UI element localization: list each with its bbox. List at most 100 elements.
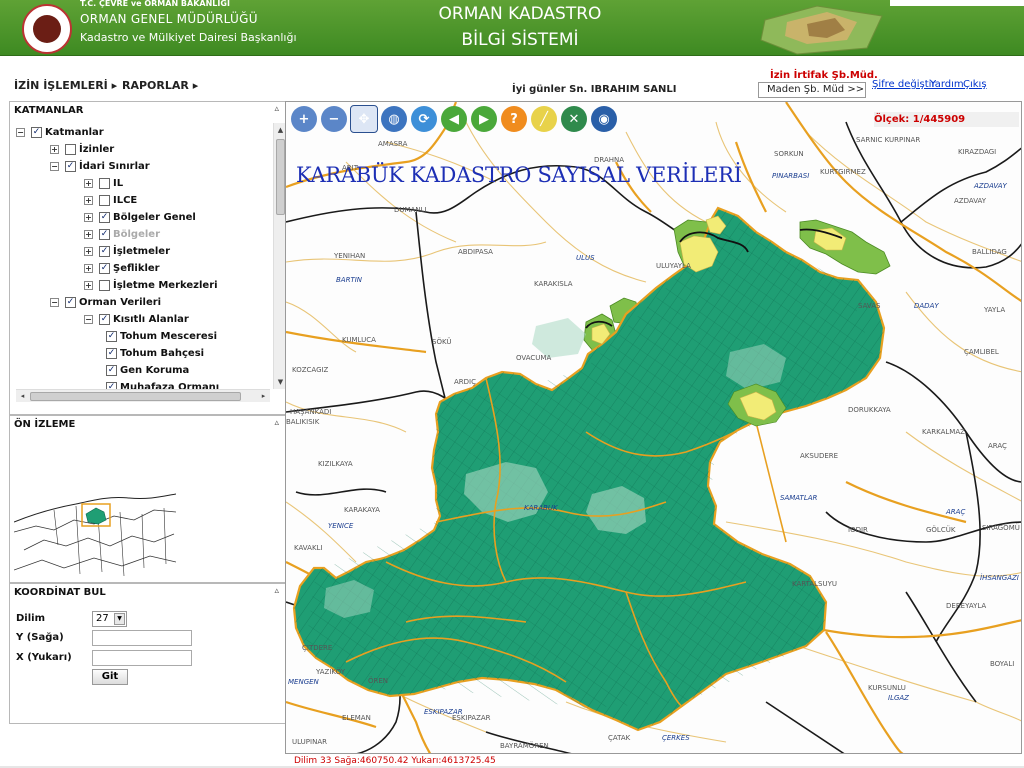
layer-tree-item[interactable]: ✓ Gen Koruma bbox=[106, 362, 189, 379]
menu-permit-operations[interactable]: İZİN İŞLEMLERİ ▸ bbox=[14, 79, 117, 92]
expand-node-icon[interactable]: + bbox=[84, 247, 93, 256]
go-button[interactable]: Git bbox=[92, 669, 128, 685]
map-place-label: KOZCAGIZ bbox=[292, 366, 329, 374]
collapse-node-icon[interactable]: − bbox=[84, 315, 93, 324]
map-place-label: HAŞANKADI bbox=[290, 408, 332, 416]
layer-checkbox[interactable]: ✓ bbox=[106, 365, 117, 376]
layer-checkbox[interactable]: ✓ bbox=[65, 144, 76, 155]
layer-checkbox[interactable]: ✓ bbox=[99, 229, 110, 240]
layer-tree-item[interactable]: + ✓ Bölgeler Genel bbox=[84, 209, 196, 226]
horizontal-scroll-thumb[interactable] bbox=[30, 392, 241, 401]
overview-map[interactable] bbox=[14, 450, 176, 580]
layer-checkbox[interactable]: ✓ bbox=[106, 331, 117, 342]
map-place-label: ILGAZ bbox=[888, 694, 909, 702]
layer-label: Katmanlar bbox=[45, 127, 104, 138]
map-place-label: YAZIKÖY bbox=[316, 668, 345, 676]
map-place-label: ÖREN bbox=[368, 677, 389, 685]
layer-label: İzinler bbox=[79, 144, 115, 155]
layer-tree-item[interactable]: ✓ Tohum Mesceresi bbox=[106, 328, 217, 345]
scroll-left-icon[interactable]: ◂ bbox=[16, 390, 29, 403]
refresh-icon[interactable]: ⟳ bbox=[411, 106, 437, 132]
layer-checkbox[interactable]: ✓ bbox=[99, 280, 110, 291]
layer-tree-horizontal-scrollbar[interactable]: ◂ ▸ bbox=[16, 389, 270, 402]
map-place-label: BARTIN bbox=[336, 276, 363, 284]
expand-node-icon[interactable]: + bbox=[84, 264, 93, 273]
map-place-label: AKSUDERE bbox=[800, 452, 839, 460]
layer-checkbox[interactable]: ✓ bbox=[65, 297, 76, 308]
collapse-node-icon[interactable]: − bbox=[50, 162, 59, 171]
main-map[interactable] bbox=[286, 102, 1022, 754]
pan-icon[interactable]: ✥ bbox=[350, 105, 378, 133]
measure-icon[interactable]: ╱ bbox=[531, 106, 557, 132]
layer-checkbox[interactable]: ✓ bbox=[99, 246, 110, 257]
layer-checkbox[interactable]: ✓ bbox=[99, 178, 110, 189]
app-title-line2: BİLGİ SİSTEMİ bbox=[461, 30, 579, 50]
zoom-out-icon[interactable]: − bbox=[321, 106, 347, 132]
help-icon[interactable]: ? bbox=[501, 106, 527, 132]
coordinate-collapse-icon[interactable]: ▵ bbox=[274, 586, 279, 596]
layer-checkbox[interactable]: ✓ bbox=[106, 348, 117, 359]
layer-checkbox[interactable]: ✓ bbox=[99, 195, 110, 206]
expand-node-icon[interactable]: + bbox=[84, 281, 93, 290]
layer-checkbox[interactable]: ✓ bbox=[31, 127, 42, 138]
expand-node-icon[interactable]: + bbox=[84, 179, 93, 188]
expand-node-icon[interactable]: + bbox=[84, 213, 93, 222]
map-place-label: SAMATLAR bbox=[780, 494, 818, 502]
zone-select[interactable]: 27 ▼ bbox=[92, 611, 127, 627]
layer-tree-item[interactable]: + ✓İşletme Merkezleri bbox=[84, 277, 218, 294]
map-place-label: SORKUN bbox=[774, 150, 804, 158]
layer-tree-item[interactable]: + ✓ Bölgeler bbox=[84, 226, 160, 243]
layer-tree: −✓Katmanlar+✓İzinler−✓İdari Sınırlar+✓IL… bbox=[16, 124, 270, 392]
layer-tree-item[interactable]: ✓ Tohum Bahçesi bbox=[106, 345, 204, 362]
layer-tree-item[interactable]: − ✓ Orman Verileri bbox=[50, 294, 161, 311]
layer-tree-item[interactable]: + ✓IL bbox=[84, 175, 123, 192]
preview-collapse-icon[interactable]: ▵ bbox=[274, 418, 279, 428]
collapse-node-icon[interactable]: − bbox=[50, 298, 59, 307]
layers-panel: KATMANLAR ▵ −✓Katmanlar+✓İzinler−✓İdari … bbox=[9, 101, 286, 415]
layer-checkbox[interactable]: ✓ bbox=[99, 212, 110, 223]
org-name-line2: ORMAN GENEL MÜDÜRLÜĞÜ bbox=[80, 12, 258, 26]
layer-tree-item[interactable]: − ✓ Kısıtlı Alanlar bbox=[84, 311, 189, 328]
tools-icon[interactable]: ✕ bbox=[561, 106, 587, 132]
map-viewer[interactable]: + − ✥ ◍ ⟳ ◀ ▶? ╱ ✕ ◉ Ölçek: 1/445909 KARABÜK KADA… bbox=[285, 101, 1022, 754]
map-place-label: KUMLUCA bbox=[342, 336, 376, 344]
menu-reports[interactable]: RAPORLAR ▸ bbox=[122, 79, 198, 92]
layer-tree-item[interactable]: + ✓ Şeflikler bbox=[84, 260, 160, 277]
earth-icon[interactable]: ◉ bbox=[591, 106, 617, 132]
map-place-label: KIZILKAYA bbox=[318, 460, 353, 468]
layer-label: İdari Sınırlar bbox=[79, 161, 150, 172]
layer-checkbox[interactable]: ✓ bbox=[99, 314, 110, 325]
forward-icon[interactable]: ▶ bbox=[471, 106, 497, 132]
layer-tree-item[interactable]: − ✓ İdari Sınırlar bbox=[50, 158, 150, 175]
layers-collapse-icon[interactable]: ▵ bbox=[274, 104, 279, 114]
chevron-down-icon[interactable]: ▼ bbox=[114, 613, 125, 625]
map-place-label: KURSUNLU bbox=[868, 684, 906, 692]
back-icon[interactable]: ◀ bbox=[441, 106, 467, 132]
layer-label: Bölgeler bbox=[113, 229, 161, 240]
scroll-right-icon[interactable]: ▸ bbox=[257, 390, 270, 403]
y-coordinate-input[interactable] bbox=[92, 630, 192, 646]
logout-link[interactable]: Çıkış bbox=[963, 79, 987, 90]
layer-tree-item[interactable]: − ✓ Katmanlar bbox=[16, 124, 104, 141]
ministry-logo bbox=[22, 4, 72, 54]
expand-node-icon[interactable]: + bbox=[50, 145, 59, 154]
layer-tree-item[interactable]: + ✓İzinler bbox=[50, 141, 114, 158]
vertical-scroll-thumb[interactable] bbox=[276, 139, 285, 215]
x-coordinate-input[interactable] bbox=[92, 650, 192, 666]
office-switch-button[interactable]: Maden Şb. Müd >> bbox=[758, 82, 866, 98]
help-link[interactable]: Yardım bbox=[930, 79, 964, 90]
layers-panel-title: KATMANLAR bbox=[14, 105, 84, 116]
map-place-label: ARIT bbox=[342, 164, 358, 172]
layer-tree-item[interactable]: + ✓ILCE bbox=[84, 192, 137, 209]
layer-checkbox[interactable]: ✓ bbox=[99, 263, 110, 274]
expand-node-icon[interactable]: + bbox=[84, 230, 93, 239]
map-place-label: BOYALI bbox=[990, 660, 1015, 668]
layer-checkbox[interactable]: ✓ bbox=[65, 161, 76, 172]
expand-node-icon[interactable]: + bbox=[84, 196, 93, 205]
map-place-label: ESKIPAZAR bbox=[452, 714, 491, 722]
collapse-node-icon[interactable]: − bbox=[16, 128, 25, 137]
layer-tree-item[interactable]: + ✓ İşletmeler bbox=[84, 243, 170, 260]
globe-icon[interactable]: ◍ bbox=[381, 106, 407, 132]
zoom-in-icon[interactable]: + bbox=[291, 106, 317, 132]
change-password-link[interactable]: Şifre değiştir bbox=[872, 79, 936, 90]
